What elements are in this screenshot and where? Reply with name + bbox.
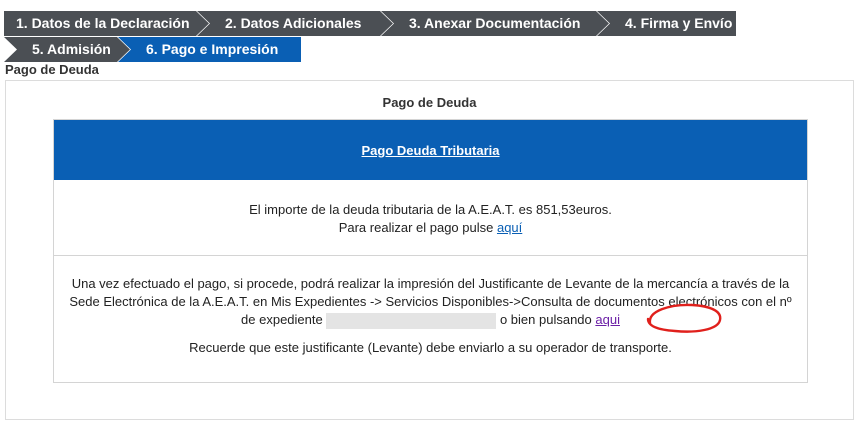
print-info-part2: o bien pulsando <box>496 312 596 327</box>
step-tab-3[interactable]: 3. Anexar Documentación <box>381 11 609 36</box>
step-tab-1[interactable]: 1. Datos de la Declaración <box>4 11 209 36</box>
redacted-expediente <box>326 312 497 329</box>
section-label: Pago de Deuda <box>5 62 99 77</box>
step-tab-6-active[interactable]: 6. Pago e Impresión <box>118 37 301 62</box>
step-tab-2[interactable]: 2. Datos Adicionales <box>197 11 393 36</box>
step-row-2: 5. Admisión 6. Pago e Impresión <box>4 37 301 62</box>
pay-line: Para realizar el pago pulse aquí <box>54 219 807 237</box>
debt-amount-text: El importe de la deuda tributaria de la … <box>249 202 612 217</box>
panel-title: Pago de Deuda <box>382 95 477 110</box>
pago-deuda-tributaria-link[interactable]: Pago Deuda Tributaria <box>362 143 500 158</box>
debt-table: Pago Deuda Tributaria El importe de la d… <box>53 119 808 383</box>
print-here-link[interactable]: aqui <box>595 312 620 327</box>
step-tab-4[interactable]: 4. Firma y Envío <box>597 11 736 36</box>
debt-header: Pago Deuda Tributaria <box>54 120 807 180</box>
print-info-box: Una vez efectuado el pago, si procede, p… <box>54 256 807 357</box>
pay-here-link[interactable]: aquí <box>497 220 522 235</box>
step-row-1: 1. Datos de la Declaración 2. Datos Adic… <box>4 11 736 36</box>
debt-amount-box: El importe de la deuda tributaria de la … <box>54 180 807 256</box>
step-tab-5[interactable]: 5. Admisión <box>4 37 130 62</box>
print-info-text: Una vez efectuado el pago, si procede, p… <box>64 275 797 329</box>
pay-prefix: Para realizar el pago pulse <box>338 220 497 235</box>
debt-panel: Pago de Deuda Pago Deuda Tributaria El i… <box>5 80 854 420</box>
reminder-text: Recuerde que este justificante (Levante)… <box>189 340 672 355</box>
